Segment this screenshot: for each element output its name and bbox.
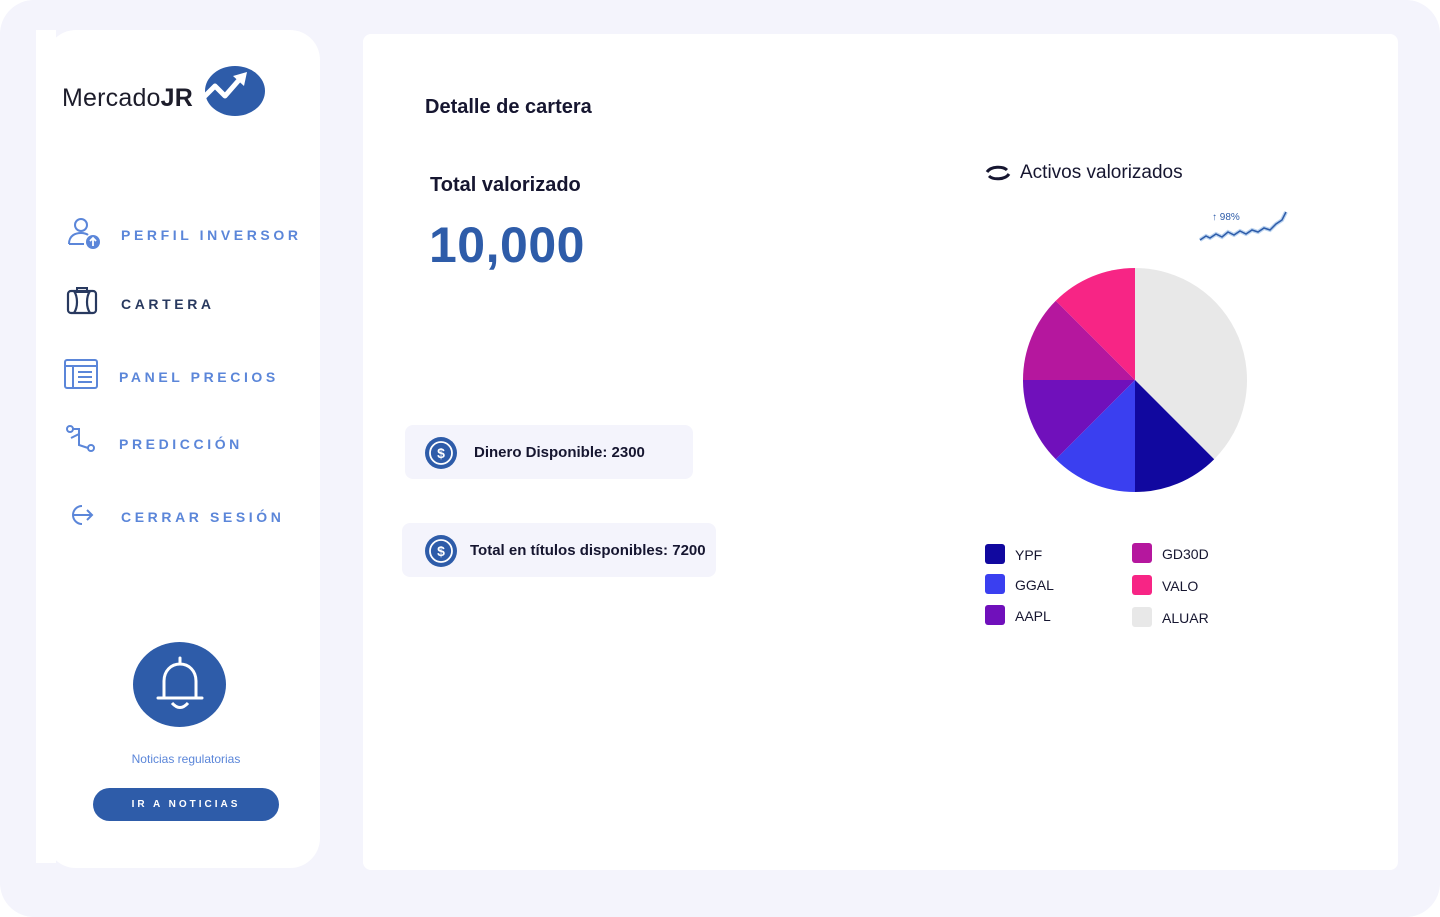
main-panel: Detalle de cartera Total valorizado 10,0… bbox=[363, 34, 1398, 870]
trending-up-logo-icon bbox=[200, 66, 265, 116]
app-frame: MercadoJR PERFIL INVERSOR CARTERA PANEL … bbox=[0, 0, 1440, 917]
sidebar: MercadoJR PERFIL INVERSOR CARTERA PANEL … bbox=[46, 30, 320, 868]
legend-label: VALO bbox=[1162, 578, 1199, 594]
user-upload-icon bbox=[68, 218, 100, 249]
dollar-coin-icon: $ bbox=[425, 535, 457, 567]
sidebar-item-cerrar-sesion[interactable]: CERRAR SESIÓN bbox=[66, 498, 306, 538]
logout-icon bbox=[72, 505, 94, 525]
available-titles-text: Total en títulos disponibles: 7200 bbox=[470, 542, 706, 559]
news-label: Noticias regulatorias bbox=[131, 752, 241, 766]
legend-label: ALUAR bbox=[1162, 610, 1209, 626]
go-to-news-button[interactable]: IR A NOTICIAS bbox=[93, 788, 279, 821]
exchange-icon bbox=[985, 165, 1011, 181]
sidebar-item-cartera[interactable]: CARTERA bbox=[66, 285, 306, 325]
legend-swatch bbox=[985, 574, 1005, 594]
legend-swatch bbox=[1132, 543, 1152, 563]
legend-swatch bbox=[1132, 575, 1152, 595]
sidebar-item-label: PREDICCIÓN bbox=[119, 436, 243, 452]
sidebar-item-label: PANEL PRECIOS bbox=[119, 369, 279, 385]
briefcase-icon bbox=[66, 287, 98, 315]
sidebar-item-label: PERFIL INVERSOR bbox=[121, 227, 302, 243]
path-icon bbox=[66, 425, 95, 452]
total-value: 10,000 bbox=[429, 217, 585, 273]
dollar-coin-icon: $ bbox=[425, 437, 457, 469]
legend-label: YPF bbox=[1015, 547, 1043, 563]
list-panel-icon bbox=[64, 359, 98, 389]
brand-name-bold: JR bbox=[160, 84, 194, 112]
legend-label: AAPL bbox=[1015, 608, 1051, 624]
page-title: Detalle de cartera bbox=[425, 96, 592, 118]
pie-chart bbox=[1023, 268, 1247, 492]
available-cash-text: Dinero Disponible: 2300 bbox=[474, 444, 645, 461]
brand-logo[interactable]: MercadoJR bbox=[62, 64, 272, 118]
trend-sparkline bbox=[1198, 211, 1288, 242]
legend-label: GGAL bbox=[1015, 577, 1054, 593]
brand-name-regular: Mercado bbox=[62, 84, 161, 112]
legend-swatch bbox=[985, 544, 1005, 564]
chart-title: Activos valorizados bbox=[1020, 162, 1183, 183]
available-cash-card: $ Dinero Disponible: 2300 bbox=[405, 425, 693, 479]
sidebar-item-perfil-inversor[interactable]: PERFIL INVERSOR bbox=[66, 216, 306, 256]
legend-label: GD30D bbox=[1162, 546, 1209, 562]
svg-text:$: $ bbox=[437, 445, 445, 461]
total-label: Total valorizado bbox=[430, 174, 581, 196]
bell-icon bbox=[156, 656, 204, 709]
sidebar-item-label: CARTERA bbox=[121, 296, 215, 312]
svg-text:$: $ bbox=[437, 543, 445, 559]
sidebar-item-panel-precios[interactable]: PANEL PRECIOS bbox=[64, 358, 306, 398]
notifications-bell-button[interactable] bbox=[133, 642, 226, 727]
legend-swatch bbox=[1132, 607, 1152, 627]
sidebar-item-label: CERRAR SESIÓN bbox=[121, 509, 285, 525]
available-titles-card: $ Total en títulos disponibles: 7200 bbox=[402, 523, 716, 577]
legend-swatch bbox=[985, 605, 1005, 625]
sidebar-item-prediccion[interactable]: PREDICCIÓN bbox=[66, 425, 306, 465]
